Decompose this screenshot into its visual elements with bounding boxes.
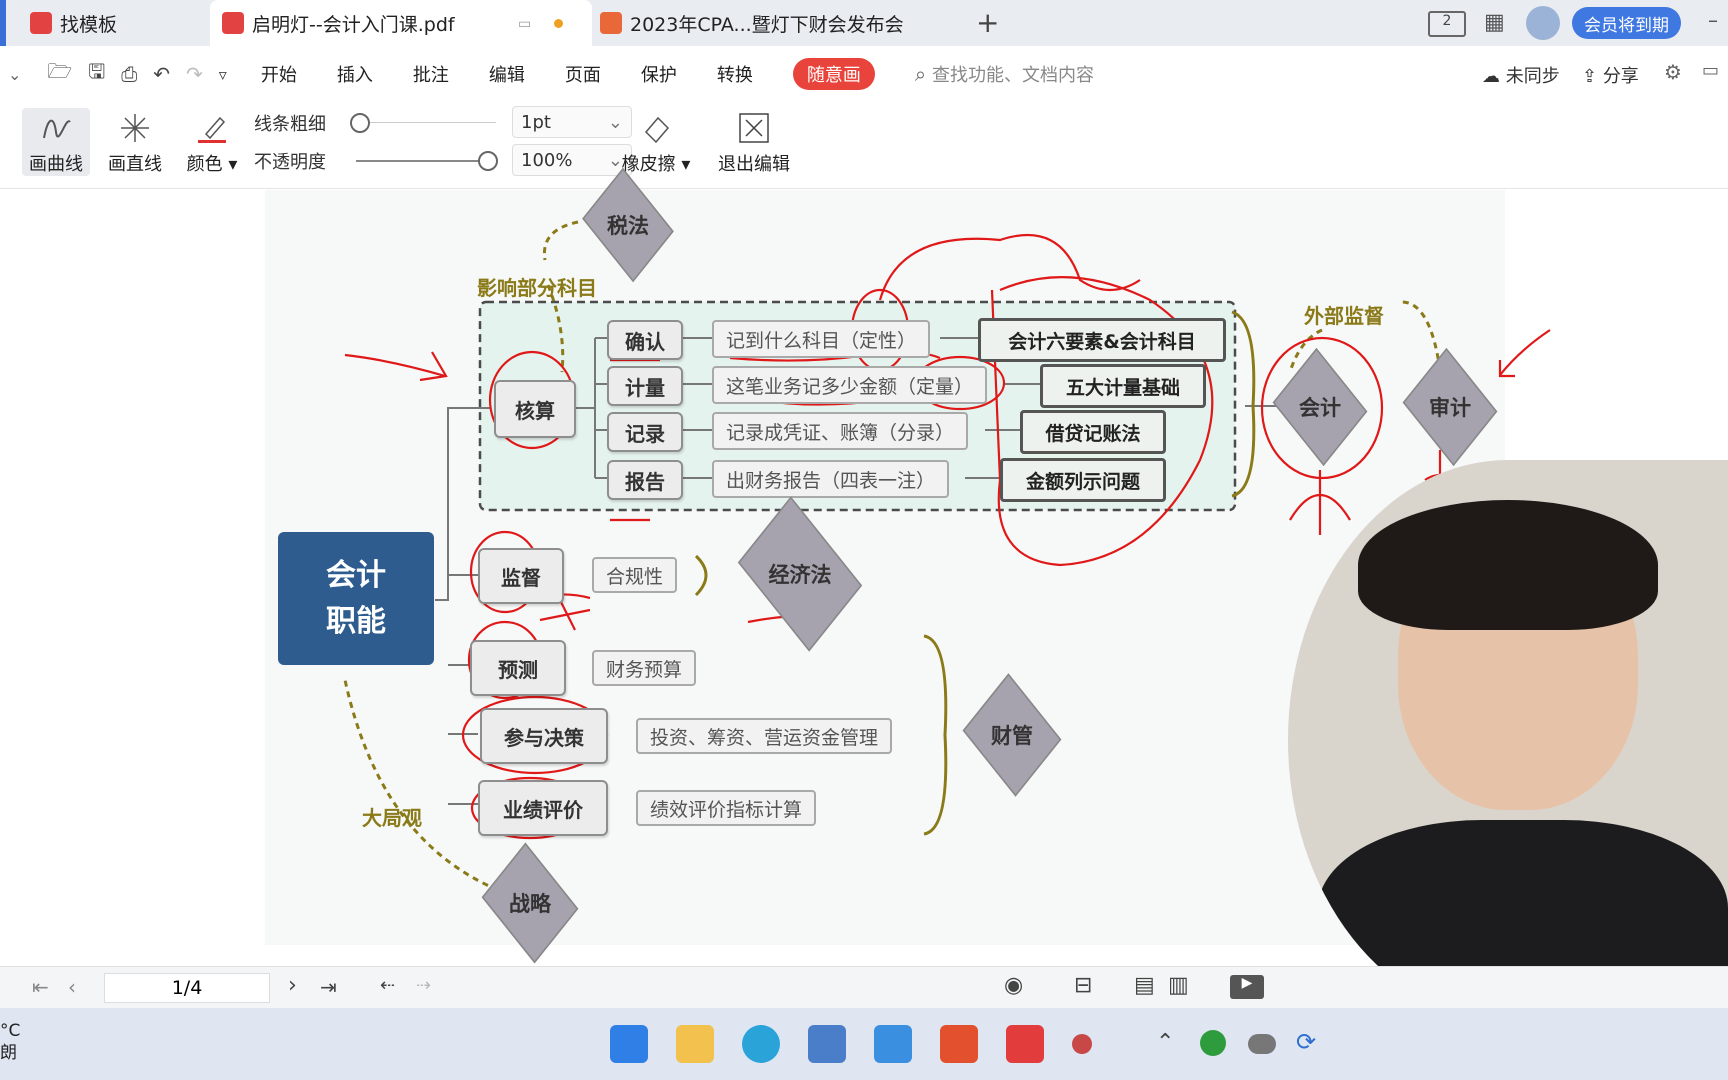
taskbar: °C 朗 (0, 1008, 1728, 1080)
mail-icon[interactable] (874, 1025, 912, 1063)
sync-tray-icon[interactable]: ⟳ (1296, 1028, 1316, 1056)
finance-diamond: 财管 (960, 673, 1064, 797)
back-icon[interactable]: ⇠ (380, 975, 395, 996)
desc-budget: 财务预算 (592, 650, 697, 686)
office-icon[interactable] (940, 1025, 978, 1063)
page-number-input[interactable]: 1/4 (104, 973, 270, 1003)
node-measurement: 计量 (607, 366, 683, 406)
tray-chevron-icon[interactable]: ⌃ (1156, 1030, 1174, 1055)
file-explorer-icon[interactable] (676, 1025, 714, 1063)
first-page-icon[interactable]: ⇤ (32, 975, 49, 999)
bold-measurement-bases: 五大计量基础 (1040, 364, 1206, 408)
status-bar: ⇤ ‹ 1/4 › ⇥ ⇠ ⇢ ◉ ⊟ ▤ ▥ ▶ (0, 966, 1728, 1009)
root-node: 会计 职能 (278, 532, 434, 665)
prev-page-icon[interactable]: ‹ (68, 975, 76, 999)
desc-performance: 绩效评价指标计算 (636, 790, 817, 826)
strategy-diamond: 战略 (478, 842, 582, 964)
start-icon[interactable] (610, 1025, 648, 1063)
bold-elements: 会计六要素&会计科目 (978, 318, 1226, 362)
accounting-diamond: 会计 (1270, 347, 1370, 467)
last-page-icon[interactable]: ⇥ (320, 975, 337, 999)
desc-reporting: 出财务报告（四表一注） (712, 460, 950, 498)
tax-note: 影响部分科目 (477, 276, 597, 300)
single-page-icon[interactable]: ▤ (1134, 973, 1155, 998)
node-reporting: 报告 (607, 460, 683, 500)
next-page-icon[interactable]: › (288, 973, 297, 998)
cloud-icon[interactable] (1248, 1034, 1276, 1054)
weather-widget[interactable]: °C 朗 (0, 1020, 20, 1064)
node-recording: 记录 (607, 412, 683, 452)
forward-icon[interactable]: ⇢ (416, 975, 431, 996)
desc-recording: 记录成凭证、账簿（分录） (712, 412, 969, 450)
audit-diamond: 审计 (1400, 347, 1500, 467)
external-note: 外部监督 (1304, 304, 1384, 328)
node-accounting: 核算 (494, 380, 576, 438)
node-recognition: 确认 (607, 320, 683, 360)
presenter-hair (1358, 500, 1658, 630)
bold-double-entry: 借贷记账法 (1020, 410, 1166, 454)
recorder-icon[interactable] (1072, 1034, 1092, 1054)
desc-measurement: 这笔业务记多少金额（定量） (712, 366, 988, 404)
desc-compliance: 合规性 (592, 557, 678, 593)
desc-recognition: 记到什么科目（定性） (712, 320, 931, 358)
wps-icon[interactable] (1006, 1025, 1044, 1063)
double-page-icon[interactable]: ▥ (1168, 973, 1189, 998)
play-icon[interactable]: ▶ (1230, 975, 1264, 999)
eye-icon[interactable]: ◉ (1004, 973, 1023, 998)
node-decision: 参与决策 (480, 708, 608, 764)
econ-law-diamond: 经济法 (730, 496, 870, 652)
desc-decision: 投资、筹资、营运资金管理 (636, 718, 893, 754)
bold-amount-presentation: 金额列示问题 (1000, 458, 1166, 502)
tax-law-diamond: 税法 (578, 167, 678, 283)
big-picture-note: 大局观 (362, 806, 422, 830)
fit-page-icon[interactable]: ⊟ (1074, 973, 1092, 998)
store-icon[interactable] (808, 1025, 846, 1063)
node-forecast: 预测 (470, 640, 566, 696)
edge-icon[interactable] (742, 1025, 780, 1063)
node-supervise: 监督 (478, 548, 564, 604)
node-performance: 业绩评价 (478, 780, 608, 836)
webcam-overlay (1288, 460, 1728, 1020)
tray-app-icon[interactable] (1200, 1030, 1226, 1056)
